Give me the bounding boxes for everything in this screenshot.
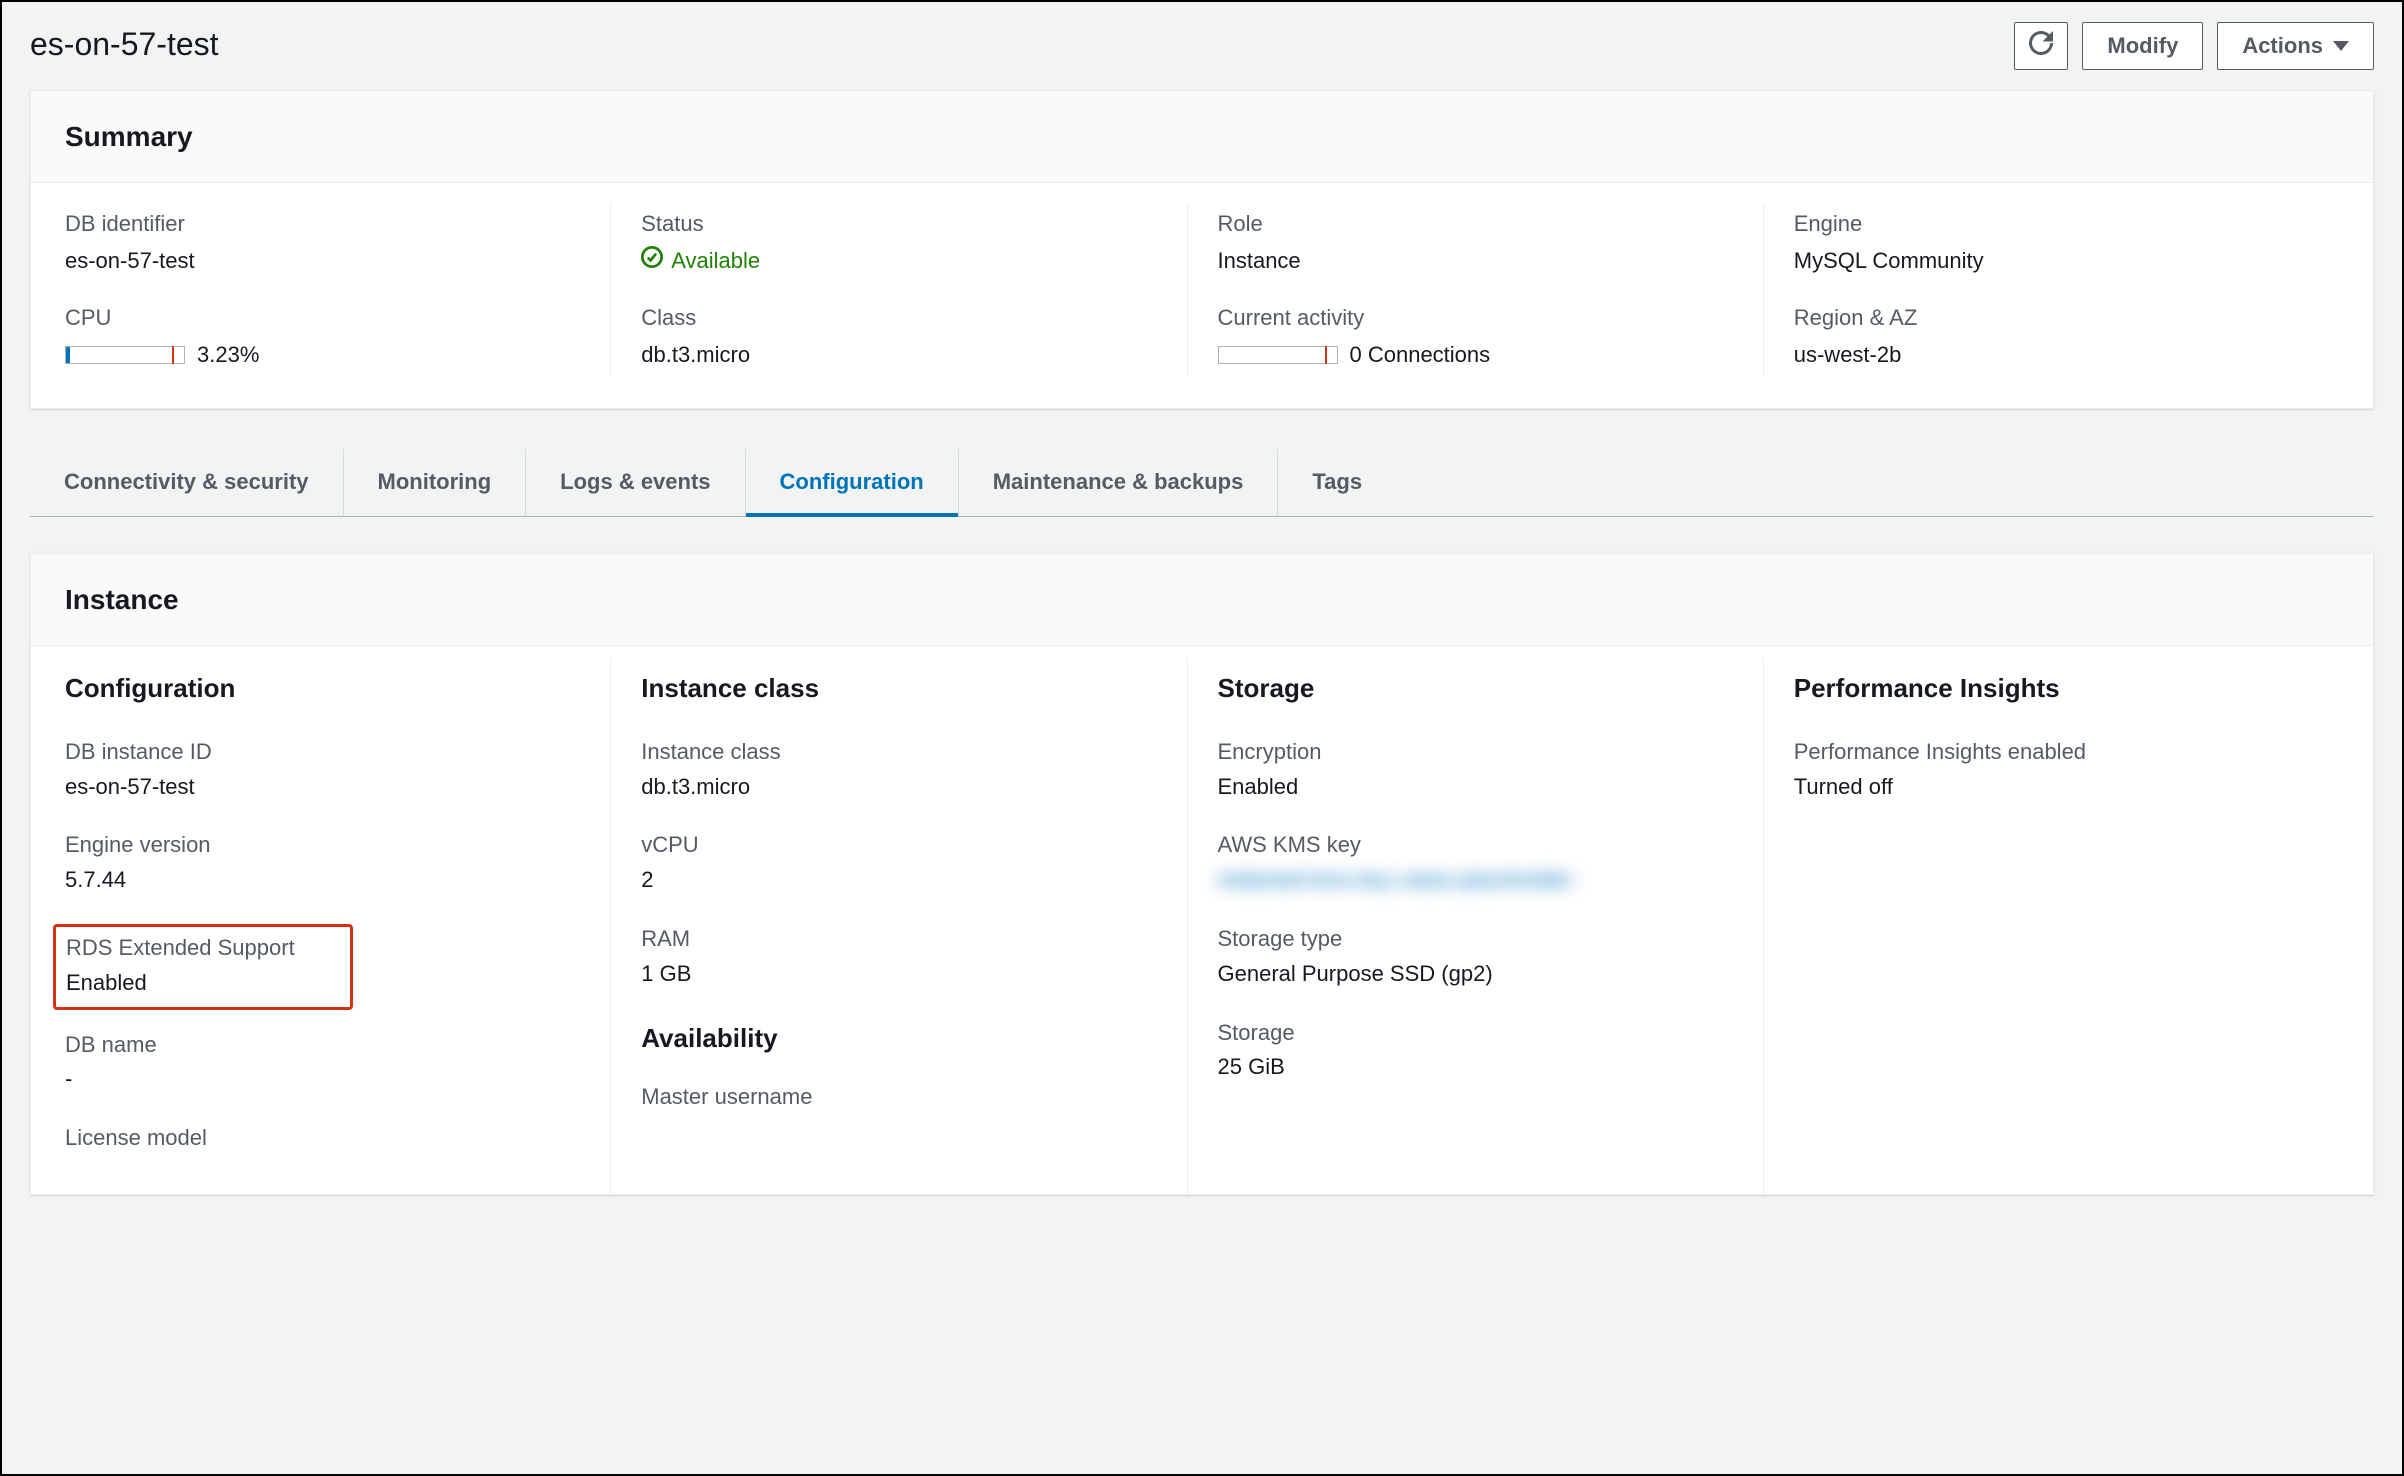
storage-value: 25 GiB <box>1218 1052 1733 1083</box>
modify-button-label: Modify <box>2107 33 2178 59</box>
modify-button[interactable]: Modify <box>2082 22 2203 70</box>
instance-heading: Instance <box>65 580 2339 619</box>
engine-value: MySQL Community <box>1794 246 2309 277</box>
vcpu-label: vCPU <box>641 830 1156 861</box>
db-instance-id-value: es-on-57-test <box>65 772 580 803</box>
page-title: es-on-57-test <box>30 22 219 67</box>
tab-connectivity[interactable]: Connectivity & security <box>30 449 344 516</box>
summary-heading: Summary <box>65 117 2339 156</box>
rds-extended-support-label: RDS Extended Support <box>66 933 340 964</box>
actions-button-label: Actions <box>2242 33 2323 59</box>
activity-label: Current activity <box>1218 303 1733 334</box>
region-value: us-west-2b <box>1794 340 2309 371</box>
role-value: Instance <box>1218 246 1733 277</box>
pi-enabled-value: Turned off <box>1794 772 2309 803</box>
activity-gauge: 0 Connections <box>1218 340 1491 371</box>
engine-label: Engine <box>1794 209 2309 240</box>
check-circle-icon <box>641 246 663 277</box>
refresh-button[interactable] <box>2014 22 2068 70</box>
status-value: Available <box>641 246 760 277</box>
configuration-title: Configuration <box>65 670 580 706</box>
tab-monitoring[interactable]: Monitoring <box>344 449 527 516</box>
caret-down-icon <box>2333 41 2349 51</box>
db-name-label: DB name <box>65 1030 580 1061</box>
instance-class-value: db.t3.micro <box>641 772 1156 803</box>
tab-tags[interactable]: Tags <box>1278 449 1396 516</box>
encryption-label: Encryption <box>1218 737 1733 768</box>
pi-enabled-label: Performance Insights enabled <box>1794 737 2309 768</box>
cpu-gauge: 3.23% <box>65 340 259 371</box>
db-name-value: - <box>65 1064 580 1095</box>
tab-logs-events[interactable]: Logs & events <box>526 449 745 516</box>
refresh-icon <box>2029 31 2053 61</box>
rds-extended-support-value: Enabled <box>66 968 340 999</box>
status-label: Status <box>641 209 1156 240</box>
ram-label: RAM <box>641 924 1156 955</box>
encryption-value: Enabled <box>1218 772 1733 803</box>
kms-key-label: AWS KMS key <box>1218 830 1733 861</box>
tab-maintenance-backups[interactable]: Maintenance & backups <box>959 449 1279 516</box>
class-value: db.t3.micro <box>641 340 1156 371</box>
storage-title: Storage <box>1218 670 1733 706</box>
db-identifier-value: es-on-57-test <box>65 246 580 277</box>
license-model-label: License model <box>65 1123 580 1154</box>
rds-extended-support-highlight: RDS Extended Support Enabled <box>53 924 353 1010</box>
region-label: Region & AZ <box>1794 303 2309 334</box>
storage-type-value: General Purpose SSD (gp2) <box>1218 959 1733 990</box>
role-label: Role <box>1218 209 1733 240</box>
tab-configuration[interactable]: Configuration <box>746 449 959 516</box>
db-instance-id-label: DB instance ID <box>65 737 580 768</box>
db-identifier-label: DB identifier <box>65 209 580 240</box>
summary-card: Summary DB identifier es-on-57-test CPU … <box>30 90 2374 409</box>
activity-value: 0 Connections <box>1350 340 1491 371</box>
ram-value: 1 GB <box>641 959 1156 990</box>
vcpu-value: 2 <box>641 865 1156 896</box>
status-text: Available <box>671 246 760 277</box>
kms-key-value: redacted-kms-key-value-placeholder <box>1218 865 1733 896</box>
storage-type-label: Storage type <box>1218 924 1733 955</box>
instance-class-title: Instance class <box>641 670 1156 706</box>
header-actions: Modify Actions <box>2014 22 2374 70</box>
engine-version-label: Engine version <box>65 830 580 861</box>
class-label: Class <box>641 303 1156 334</box>
cpu-percent-text: 3.23% <box>197 340 259 371</box>
performance-insights-title: Performance Insights <box>1794 670 2309 706</box>
tabs: Connectivity & security Monitoring Logs … <box>30 449 2374 517</box>
cpu-label: CPU <box>65 303 580 334</box>
instance-class-label: Instance class <box>641 737 1156 768</box>
master-username-label: Master username <box>641 1082 1156 1113</box>
storage-label: Storage <box>1218 1018 1733 1049</box>
instance-card: Instance Configuration DB instance ID es… <box>30 553 2374 1195</box>
actions-button[interactable]: Actions <box>2217 22 2374 70</box>
availability-title: Availability <box>641 1020 1156 1056</box>
engine-version-value: 5.7.44 <box>65 865 580 896</box>
